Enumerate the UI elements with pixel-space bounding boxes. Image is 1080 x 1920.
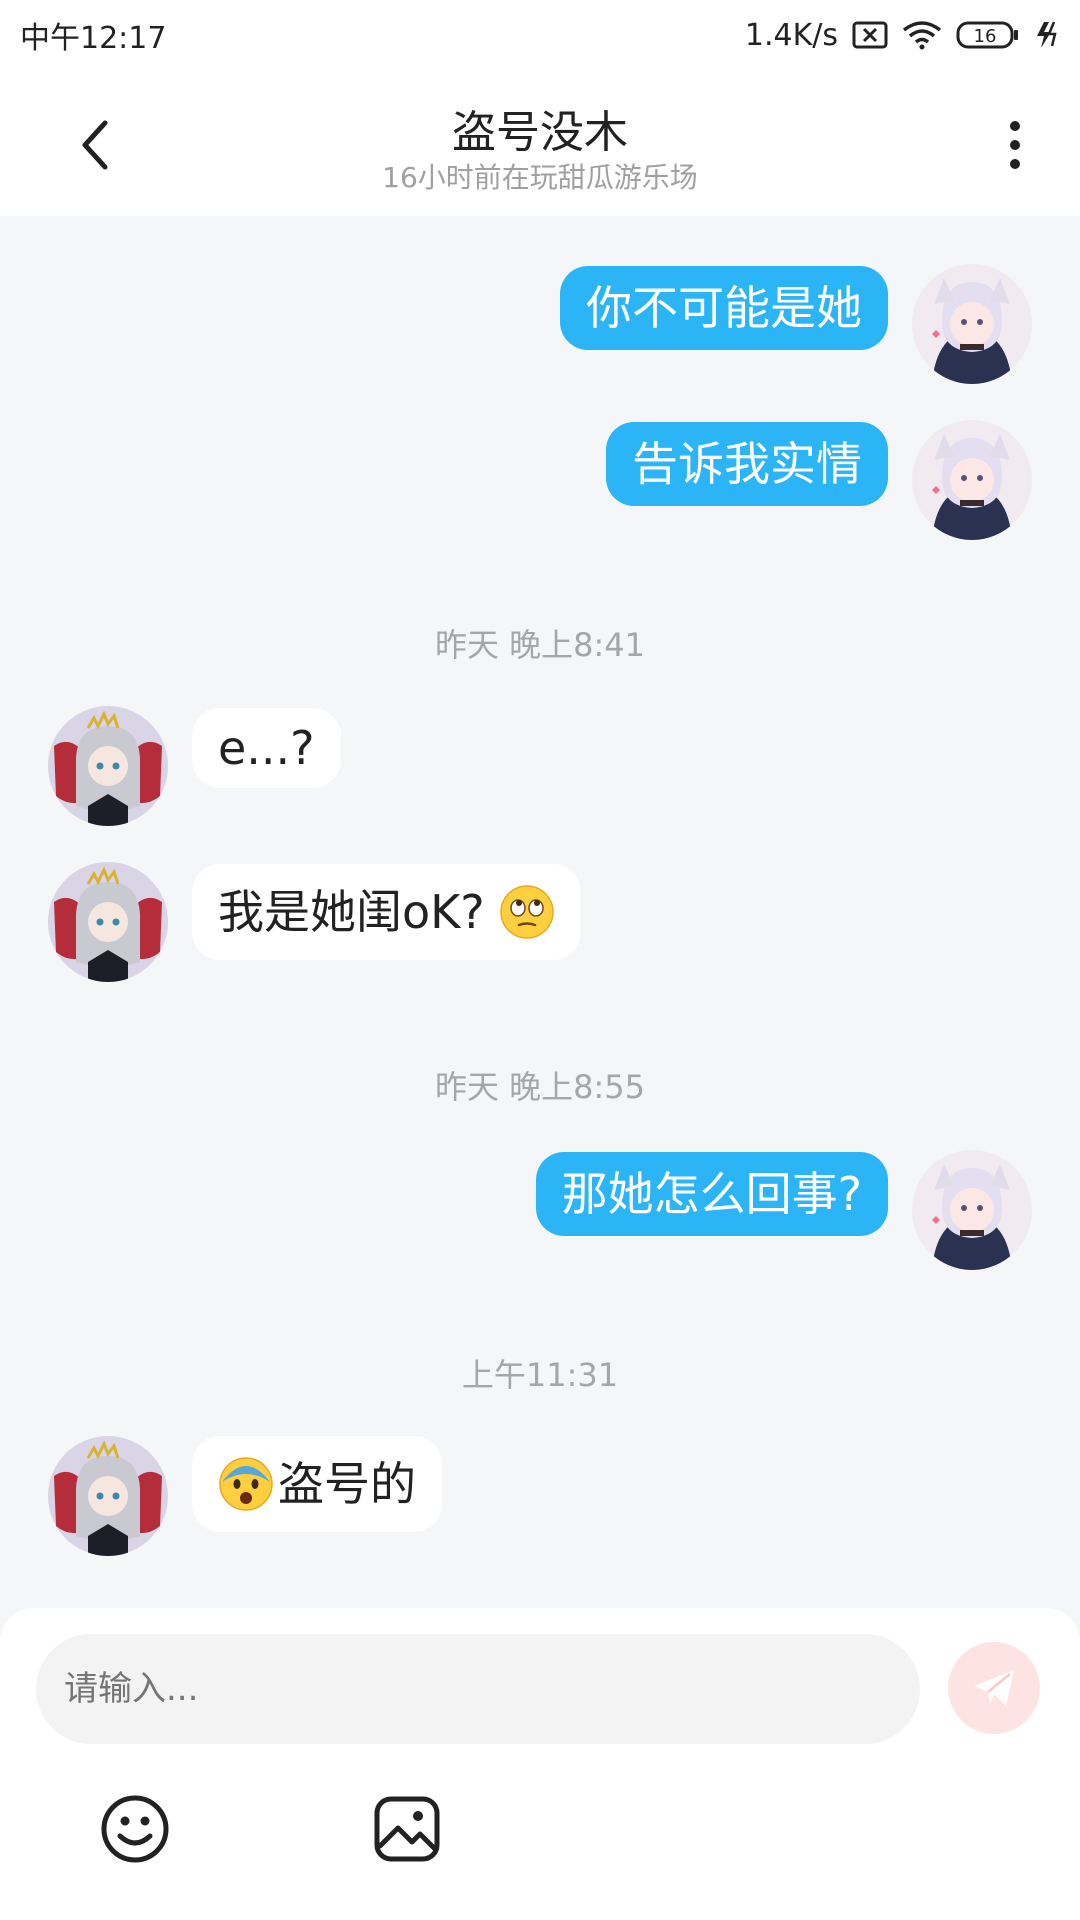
my-avatar[interactable] — [912, 1150, 1032, 1270]
image-icon — [374, 1796, 440, 1862]
message-bubble-outgoing[interactable]: 告诉我实情 — [606, 422, 888, 506]
send-button[interactable] — [948, 1642, 1040, 1734]
smiley-icon — [101, 1795, 169, 1863]
message-bubble-incoming[interactable]: 盗号的 — [192, 1436, 442, 1532]
message-input[interactable] — [36, 1634, 920, 1744]
avatar-image — [912, 264, 1032, 384]
battery-level: 16 — [974, 26, 997, 47]
message-text: 你不可能是她 — [586, 281, 862, 335]
more-button[interactable] — [990, 115, 1040, 175]
message-text: e...? — [218, 721, 315, 775]
status-icons: 1.4K/s 16 — [745, 18, 1060, 53]
avatar-image — [48, 862, 168, 982]
contact-avatar[interactable] — [48, 862, 168, 982]
charging-icon — [1034, 20, 1060, 50]
message-text: 那她怎么回事? — [561, 1167, 862, 1221]
message-bubble-outgoing[interactable]: 你不可能是她 — [560, 266, 888, 350]
timestamp: 昨天 晚上8:41 — [434, 626, 646, 664]
status-bar: 中午12:17 1.4K/s 16 — [0, 0, 1080, 70]
wifi-icon — [902, 20, 942, 50]
message-list[interactable]: 你不可能是她 告诉我实情 昨天 晚上8:41 e...? 我是她闺oK? 昨天 … — [0, 216, 1080, 1606]
avatar-image — [48, 706, 168, 826]
avatar-image — [912, 420, 1032, 540]
message-text: 告诉我实情 — [632, 437, 862, 491]
network-speed: 1.4K/s — [744, 17, 838, 53]
status-time: 中午12:17 — [20, 21, 167, 56]
chat-subtitle: 16小时前在玩甜瓜游乐场 — [382, 161, 698, 194]
contact-avatar[interactable] — [48, 706, 168, 826]
chat-header: 盗号没木 16小时前在玩甜瓜游乐场 — [0, 70, 1080, 216]
avatar-image — [48, 1436, 168, 1556]
message-bubble-incoming[interactable]: e...? — [192, 708, 341, 788]
message-text: 我是她闺oK? — [218, 885, 485, 939]
image-button[interactable] — [372, 1794, 442, 1864]
more-dot — [1010, 140, 1020, 150]
avatar-image — [912, 1150, 1032, 1270]
chat-title: 盗号没木 — [452, 107, 628, 158]
emoji-button[interactable] — [100, 1794, 170, 1864]
timestamp: 昨天 晚上8:55 — [434, 1068, 646, 1106]
timestamp: 上午11:31 — [461, 1356, 619, 1394]
sim-x-icon — [852, 21, 888, 49]
message-text: 盗号的 — [278, 1457, 416, 1511]
contact-avatar[interactable] — [48, 1436, 168, 1556]
battery-icon: 16 — [956, 20, 1020, 50]
composer — [0, 1608, 1080, 1920]
message-bubble-incoming[interactable]: 我是她闺oK? — [192, 864, 581, 960]
more-vertical-icon — [1010, 121, 1020, 131]
anguished-face-emoji-icon — [219, 1457, 273, 1511]
eye-roll-emoji-icon — [499, 885, 554, 939]
my-avatar[interactable] — [912, 420, 1032, 540]
more-dot — [1010, 159, 1020, 169]
message-bubble-outgoing[interactable]: 那她怎么回事? — [535, 1152, 888, 1236]
my-avatar[interactable] — [912, 264, 1032, 384]
send-icon — [974, 1670, 1014, 1706]
